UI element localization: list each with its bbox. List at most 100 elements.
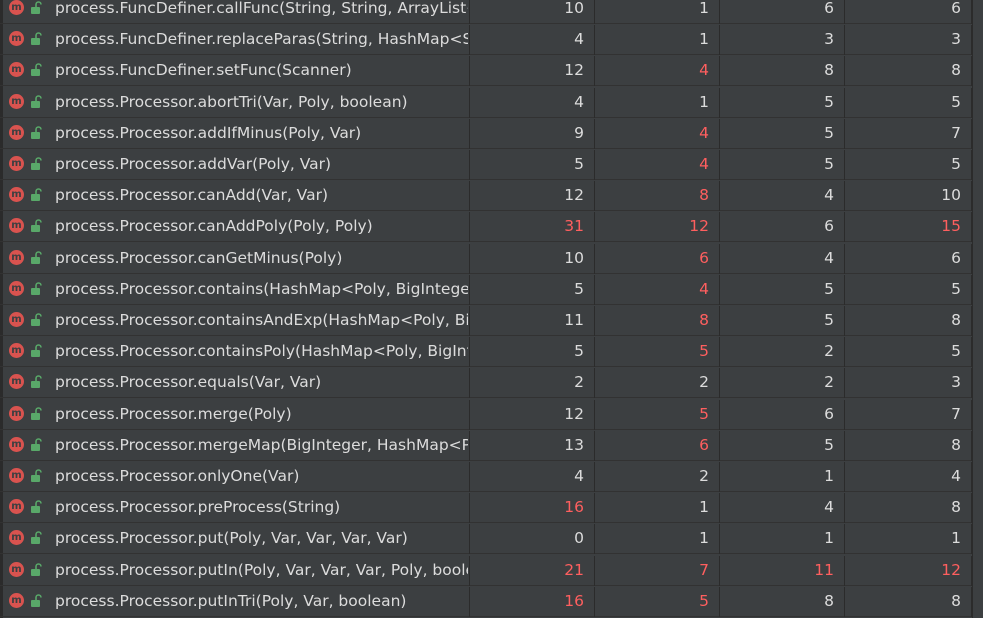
- metric-1-cell: 0: [470, 524, 595, 555]
- method-m-icon: m: [9, 31, 24, 47]
- metric-1-cell: 12: [470, 181, 595, 212]
- metric-2-cell: 8: [595, 306, 720, 336]
- metric-4-cell: 7: [845, 399, 972, 430]
- method-cell: m process.Processor.putIn(Poly, Var, Var,…: [0, 555, 470, 586]
- method-cell: m process.Processor.merge(Poly): [0, 399, 470, 430]
- table-row[interactable]: m process.Processor.putIn(Poly, Var, Var,…: [0, 555, 983, 586]
- metric-2-cell: 2: [595, 462, 720, 492]
- table-row[interactable]: m process.Processor.canAddPoly(Poly, Poly…: [0, 212, 983, 243]
- public-lock-icon: [31, 282, 42, 295]
- public-lock-icon: [31, 250, 42, 264]
- method-cell: m process.Processor.putInTri(Poly, Var, b…: [0, 586, 470, 617]
- metric-1-cell: 16: [470, 586, 595, 617]
- table-row[interactable]: m process.Processor.mergeMap(BigInteger, …: [0, 430, 983, 461]
- method-signature: process.Processor.onlyOne(Var): [55, 467, 300, 485]
- method-m-icon: m: [9, 280, 24, 296]
- method-m-icon: m: [9, 124, 24, 140]
- table-row[interactable]: m process.Processor.canAdd(Var, Var) 12 8 4 1…: [0, 181, 983, 212]
- metric-1-cell: 16: [470, 493, 595, 524]
- table-row[interactable]: m process.Processor.addIfMinus(Poly, Var)…: [0, 118, 983, 149]
- metric-4-cell: 4: [845, 462, 972, 492]
- metric-2-cell: 2: [595, 368, 720, 399]
- metric-1-cell: 5: [470, 274, 595, 305]
- metric-4-cell: 8: [845, 56, 972, 87]
- table-row[interactable]: m process.Processor.containsAndExp(HashMa…: [0, 306, 983, 336]
- metric-3-cell: 1: [720, 524, 845, 555]
- table-row[interactable]: m process.Processor.merge(Poly) 12 5 6 7: [0, 399, 983, 430]
- public-lock-icon: [31, 188, 42, 202]
- method-m-icon: m: [9, 187, 24, 203]
- method-cell: m process.Processor.put(Poly, Var, Var, V…: [0, 524, 470, 555]
- table-row[interactable]: m process.Processor.equals(Var, Var) 2 2 2 3: [0, 368, 983, 399]
- table-row[interactable]: m process.Processor.addVar(Poly, Var) 5 4 5 5: [0, 150, 983, 180]
- public-lock-icon: [31, 375, 42, 389]
- method-signature: process.Processor.canGetMinus(Poly): [55, 248, 343, 267]
- public-lock-icon: [31, 94, 42, 108]
- table-row[interactable]: m process.FuncDefiner.replaceParas(String…: [0, 25, 983, 56]
- metric-3-cell: 5: [720, 430, 845, 461]
- metric-1-cell: 4: [470, 25, 595, 56]
- table-row[interactable]: m process.Processor.containsPoly(HashMap<…: [0, 337, 983, 368]
- method-m-icon: m: [9, 405, 24, 421]
- metric-1-cell: 4: [470, 462, 595, 492]
- table-row[interactable]: m process.Processor.contains(HashMap<Poly…: [0, 274, 983, 305]
- metric-3-cell: 5: [720, 306, 845, 336]
- metric-4-cell: 8: [845, 586, 972, 617]
- metric-4-cell: 5: [845, 274, 972, 305]
- method-m-icon: m: [9, 0, 24, 15]
- method-cell: m process.Processor.canGetMinus(Poly): [0, 243, 470, 274]
- metric-2-cell: 1: [595, 493, 720, 524]
- metric-4-cell: 3: [845, 368, 972, 399]
- method-m-icon: m: [9, 62, 24, 78]
- public-lock-icon: [31, 500, 42, 514]
- metric-1-cell: 9: [470, 118, 595, 149]
- metric-2-cell: 4: [595, 118, 720, 149]
- method-signature: process.Processor.addIfMinus(Poly, Var): [55, 123, 362, 142]
- metric-2-cell: 6: [595, 430, 720, 461]
- metric-2-cell: 7: [595, 555, 720, 586]
- metric-3-cell: 8: [720, 56, 845, 87]
- method-signature: process.Processor.addVar(Poly, Var): [55, 155, 332, 173]
- metric-4-cell: 5: [845, 87, 972, 118]
- public-lock-icon: [31, 157, 42, 170]
- method-m-icon: m: [9, 156, 24, 171]
- table-row[interactable]: m process.Processor.putInTri(Poly, Var, b…: [0, 586, 983, 617]
- metric-1-cell: 2: [470, 368, 595, 399]
- method-cell: m process.Processor.addVar(Poly, Var): [0, 150, 470, 180]
- metric-3-cell: 5: [720, 118, 845, 149]
- table-row[interactable]: m process.Processor.canGetMinus(Poly) 10 6 4…: [0, 243, 983, 274]
- metric-2-cell: 4: [595, 56, 720, 87]
- metric-4-cell: 6: [845, 243, 972, 274]
- method-signature: process.Processor.containsAndExp(HashMap…: [55, 311, 468, 329]
- public-lock-icon: [31, 313, 42, 326]
- metric-3-cell: 2: [720, 337, 845, 368]
- metric-2-cell: 12: [595, 212, 720, 243]
- method-cell: m process.Processor.preProcess(String): [0, 493, 470, 524]
- metric-1-cell: 5: [470, 150, 595, 180]
- metric-3-cell: 1: [720, 462, 845, 492]
- method-m-icon: m: [9, 530, 24, 546]
- table-row[interactable]: m process.Processor.abortTri(Var, Poly, b…: [0, 87, 983, 118]
- table-row[interactable]: m process.FuncDefiner.callFunc(String, St…: [0, 0, 983, 24]
- metric-4-cell: 8: [845, 306, 972, 336]
- table-row[interactable]: m process.FuncDefiner.setFunc(Scanner) 12 4…: [0, 56, 983, 87]
- metric-1-cell: 10: [470, 0, 595, 24]
- metric-3-cell: 5: [720, 274, 845, 305]
- table-row[interactable]: m process.Processor.onlyOne(Var) 4 2 1 4: [0, 462, 983, 492]
- metric-1-cell: 13: [470, 430, 595, 461]
- table-row[interactable]: m process.Processor.preProcess(String) 16 1…: [0, 493, 983, 524]
- metric-3-cell: 8: [720, 586, 845, 617]
- vertical-scrollbar[interactable]: [972, 0, 983, 618]
- metric-2-cell: 5: [595, 399, 720, 430]
- metric-2-cell: 1: [595, 25, 720, 56]
- method-cell: m process.Processor.containsPoly(HashMap<…: [0, 337, 470, 368]
- metric-4-cell: 7: [845, 118, 972, 149]
- method-cell: m process.Processor.containsAndExp(HashMa…: [0, 306, 470, 336]
- method-signature: process.Processor.canAddPoly(Poly, Poly): [55, 217, 373, 236]
- method-cell: m process.Processor.canAdd(Var, Var): [0, 181, 470, 212]
- method-signature: process.Processor.putInTri(Poly, Var, bo…: [55, 591, 407, 610]
- method-cell: m process.Processor.addIfMinus(Poly, Var): [0, 118, 470, 149]
- metric-4-cell: 15: [845, 212, 972, 243]
- metric-3-cell: 5: [720, 150, 845, 180]
- table-row[interactable]: m process.Processor.put(Poly, Var, Var, V…: [0, 524, 983, 555]
